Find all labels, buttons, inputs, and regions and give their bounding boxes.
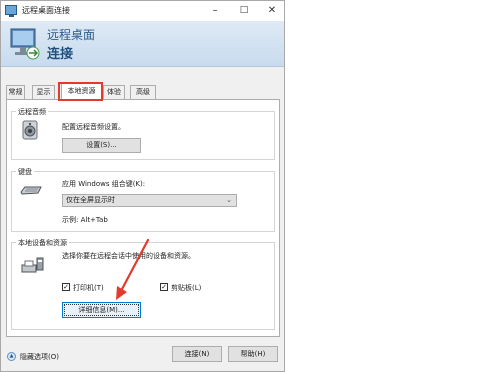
remote-audio-group: 远程音频 配置远程音频设置。 设置(S)...	[11, 107, 275, 160]
close-button[interactable]: ✕	[259, 3, 285, 18]
keyboard-group: 键盘 应用 Windows 组合键(K): 仅在全屏显示时 ⌄ 示例: Alt+…	[11, 167, 275, 232]
remote-desktop-app-icon	[5, 5, 17, 17]
minimize-button[interactable]: –	[202, 3, 228, 18]
keyboard-icon	[20, 186, 42, 195]
tab-advanced[interactable]: 高级	[130, 85, 156, 99]
printer-label: 打印机(T)	[73, 284, 104, 292]
audio-settings-button[interactable]: 设置(S)...	[62, 138, 141, 153]
keyboard-example: 示例: Alt+Tab	[62, 216, 108, 224]
chevron-down-icon: ⌄	[226, 196, 232, 204]
hide-options-link[interactable]: 隐藏选项(O)	[20, 352, 59, 362]
tab-highlight-box	[58, 82, 103, 101]
remote-audio-title: 远程音频	[16, 107, 48, 117]
keyboard-title: 键盘	[16, 167, 34, 177]
window-title: 远程桌面连接	[22, 6, 70, 15]
remote-audio-description: 配置远程音频设置。	[62, 123, 125, 131]
local-devices-title: 本地设备和资源	[16, 238, 69, 248]
local-devices-group: 本地设备和资源 选择你要在远程会话中使用的设备和资源。 ✓ 打印机(T) ✓ 剪…	[11, 238, 275, 330]
keyboard-combo-select[interactable]: 仅在全屏显示时 ⌄	[62, 194, 237, 207]
clipboard-label: 剪贴板(L)	[171, 284, 202, 292]
maximize-button[interactable]: □	[231, 3, 257, 18]
keyboard-apply-label: 应用 Windows 组合键(K):	[62, 180, 146, 188]
tab-display[interactable]: 显示	[32, 85, 55, 99]
remote-desktop-banner-icon	[10, 28, 40, 60]
connect-button[interactable]: 连接(N)	[172, 346, 222, 362]
tab-experience[interactable]: 体验	[103, 85, 125, 99]
banner-title: 远程桌面	[47, 28, 96, 42]
collapse-options-icon[interactable]: ▲	[7, 352, 16, 361]
devices-icon	[21, 257, 44, 273]
tab-general[interactable]: 常规	[6, 85, 25, 99]
clipboard-checkbox[interactable]: ✓	[160, 283, 168, 291]
help-button[interactable]: 帮助(H)	[228, 346, 278, 362]
printer-checkbox[interactable]: ✓	[62, 283, 70, 291]
title-bar: 远程桌面连接 – □ ✕	[1, 1, 284, 21]
banner-subtitle: 连接	[47, 47, 74, 62]
keyboard-combo-value: 仅在全屏显示时	[66, 196, 115, 204]
remote-desktop-window: 远程桌面连接 – □ ✕ 远程桌面 连接 常规 显示 本地资源 体验 高级 远程…	[0, 0, 285, 372]
speaker-icon	[22, 120, 38, 140]
details-button[interactable]: 详细信息(M)...	[62, 302, 141, 318]
banner: 远程桌面 连接	[1, 21, 284, 67]
local-devices-description: 选择你要在远程会话中使用的设备和资源。	[62, 252, 195, 260]
local-resources-panel: 远程音频 配置远程音频设置。 设置(S)... 键盘 应用 Windows 组合…	[6, 99, 280, 337]
